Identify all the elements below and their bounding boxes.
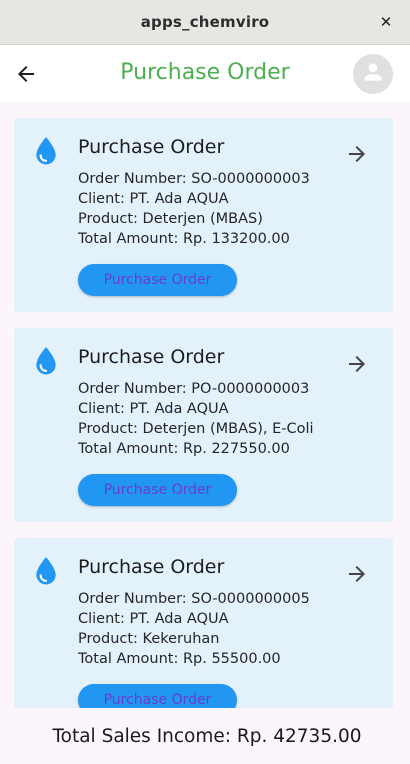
card-title: Purchase Order: [78, 556, 225, 578]
product-list: Product: Kekeruhan: [78, 631, 220, 647]
client-name: Client: PT. Ada AQUA: [78, 611, 229, 627]
person-icon: [360, 59, 386, 89]
arrow-forward-icon[interactable]: [345, 352, 369, 376]
order-card[interactable]: Purchase Order Order Number: SO-00000000…: [14, 538, 393, 708]
app-bar: Purchase Order: [0, 46, 410, 102]
window-title: apps_chemviro: [140, 13, 270, 31]
window-titlebar: apps_chemviro ✕: [0, 0, 410, 45]
order-number: Order Number: SO-0000000005: [78, 591, 310, 607]
client-name: Client: PT. Ada AQUA: [78, 401, 229, 417]
purchase-order-button[interactable]: Purchase Order: [78, 264, 237, 296]
order-details: Order Number: SO-0000000005 Client: PT. …: [78, 589, 310, 669]
product-list: Product: Deterjen (MBAS), E-Coli: [78, 421, 314, 437]
footer: Total Sales Income: Rp. 42735.00: [0, 708, 410, 764]
order-details: Order Number: PO-0000000003 Client: PT. …: [78, 379, 314, 459]
total-amount: Total Amount: Rp. 227550.00: [78, 441, 290, 457]
total-amount: Total Amount: Rp. 133200.00: [78, 231, 290, 247]
water-drop-icon: [33, 346, 59, 376]
water-drop-icon: [33, 136, 59, 166]
total-amount: Total Amount: Rp. 55500.00: [78, 651, 281, 667]
order-card[interactable]: Purchase Order Order Number: SO-00000000…: [14, 118, 393, 312]
order-number: Order Number: PO-0000000003: [78, 381, 310, 397]
order-card[interactable]: Purchase Order Order Number: PO-00000000…: [14, 328, 393, 522]
page-title: Purchase Order: [120, 60, 290, 85]
client-name: Client: PT. Ada AQUA: [78, 191, 229, 207]
avatar[interactable]: [353, 54, 393, 94]
arrow-forward-icon[interactable]: [345, 562, 369, 586]
total-sales-income: Total Sales Income: Rp. 42735.00: [52, 725, 362, 747]
close-icon[interactable]: ✕: [376, 12, 396, 32]
product-list: Product: Deterjen (MBAS): [78, 211, 263, 227]
card-title: Purchase Order: [78, 346, 225, 368]
arrow-forward-icon[interactable]: [345, 142, 369, 166]
order-list[interactable]: Purchase Order Order Number: SO-00000000…: [0, 102, 410, 708]
purchase-order-button[interactable]: Purchase Order: [78, 474, 237, 506]
card-title: Purchase Order: [78, 136, 225, 158]
water-drop-icon: [33, 556, 59, 586]
order-details: Order Number: SO-0000000003 Client: PT. …: [78, 169, 310, 249]
order-number: Order Number: SO-0000000003: [78, 171, 310, 187]
purchase-order-button[interactable]: Purchase Order: [78, 684, 237, 708]
